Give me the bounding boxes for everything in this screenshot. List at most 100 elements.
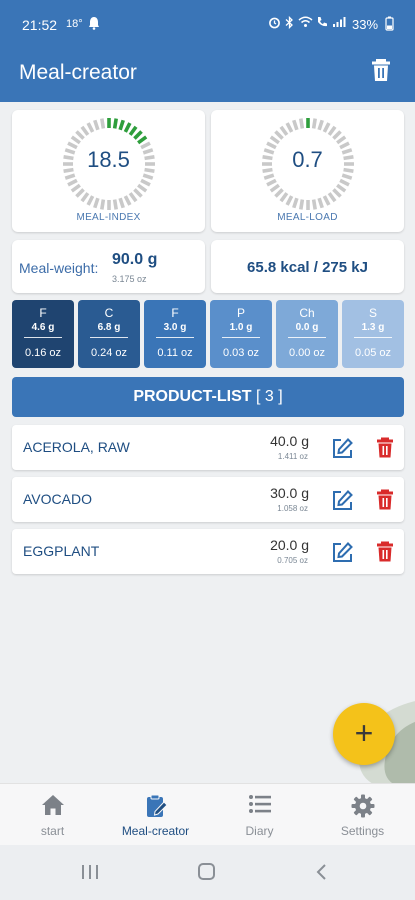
gauge-segment [322, 195, 330, 206]
page-title: Meal-creator [19, 61, 137, 84]
nav-item-start[interactable]: start [1, 784, 104, 846]
list-item[interactable]: AVOCADO 30.0 g 1.058 oz [12, 477, 404, 522]
gauge-segment [139, 178, 151, 187]
signal-icon [332, 16, 346, 31]
gauge-segment [311, 118, 317, 129]
product-name: AVOCADO [23, 491, 92, 507]
gauge-segment [86, 195, 94, 206]
energy-value: 65.8 kcal / 275 kJ [247, 259, 368, 276]
nutrient-tile-protein: P 1.0 g 0.03 oz [210, 300, 272, 368]
nutrient-oz: 0.16 oz [24, 347, 62, 359]
product-list-title: PRODUCT-LIST [133, 388, 252, 405]
gauge-segment [322, 122, 330, 133]
nav-label: start [40, 824, 65, 838]
gauge-segment [285, 122, 293, 133]
delete-icon[interactable] [376, 437, 394, 458]
gauge-segment [136, 135, 147, 145]
nutrient-letter: S [368, 306, 377, 320]
nav-item-meal-creator[interactable]: Meal-creator [104, 784, 207, 846]
nutrient-grams: 3.0 g [163, 322, 187, 333]
gauge-segment [74, 130, 85, 140]
status-temperature: 18° [66, 18, 83, 30]
meal-index-card: 18.5 MEAL-INDEX [12, 110, 205, 232]
nutrient-oz: 0.24 oz [90, 347, 128, 359]
meal-weight-label: Meal-weight: [19, 260, 99, 276]
gauge-segment [99, 199, 105, 210]
gauge-segment [311, 199, 317, 210]
divider [90, 337, 128, 338]
gauge-segment [338, 178, 350, 187]
add-product-button[interactable]: + [333, 703, 395, 765]
gauge-segment [128, 192, 137, 203]
nutrient-letter: Ch [299, 306, 315, 320]
nav-label: Diary [245, 824, 274, 838]
gauge-segment [132, 188, 143, 198]
product-weight-oz: 1.058 oz [277, 504, 308, 513]
gauge-segment [123, 122, 131, 133]
nav-item-diary[interactable]: Diary [208, 784, 311, 846]
gauge-segment [92, 119, 100, 131]
gauge-segment [316, 119, 324, 131]
product-name: ACEROLA, RAW [23, 439, 130, 455]
gear-icon [351, 794, 375, 823]
gauge-segment [265, 178, 277, 187]
nutrient-tile-carbs: C 6.8 g 0.24 oz [78, 300, 140, 368]
back-icon[interactable] [314, 863, 328, 886]
divider [24, 337, 62, 338]
status-bar: 21:52 18° 33% [0, 0, 415, 50]
list-item[interactable]: EGGPLANT 20.0 g 0.705 oz [12, 529, 404, 574]
nutrient-tile-fiber: F 3.0 g 0.11 oz [144, 300, 206, 368]
edit-icon[interactable] [332, 438, 353, 458]
gauge-segment [279, 192, 288, 203]
gauge-segment [117, 197, 125, 209]
home-icon [41, 794, 65, 821]
edit-icon[interactable] [332, 542, 353, 562]
nutrient-oz: 0.00 oz [288, 347, 326, 359]
divider [354, 337, 392, 338]
nutrient-grams: 0.0 g [295, 322, 319, 333]
bluetooth-icon [285, 15, 294, 32]
gauge-segment [331, 130, 342, 140]
gauge-segment [128, 125, 137, 136]
home-button-icon[interactable] [197, 863, 217, 886]
list-item[interactable]: ACEROLA, RAW 40.0 g 1.411 oz [12, 425, 404, 470]
product-weight-oz: 0.705 oz [277, 556, 308, 565]
product-name: EGGPLANT [23, 543, 100, 559]
gauge-segment [74, 188, 85, 198]
nutrient-oz: 0.03 oz [222, 347, 260, 359]
gauge-segment [327, 125, 336, 136]
nutrient-letter: P [236, 306, 245, 320]
gauge-segment [66, 178, 78, 187]
gauge-segment [331, 188, 342, 198]
notification-icon [88, 16, 100, 33]
divider [156, 337, 194, 338]
gauge-segment [279, 125, 288, 136]
product-weight-oz: 1.411 oz [277, 452, 308, 461]
product-list-count: [ 3 ] [255, 388, 283, 405]
nutrient-tile-fat: F 4.6 g 0.16 oz [12, 300, 74, 368]
list-icon [248, 794, 272, 819]
recent-apps-icon[interactable] [80, 863, 100, 886]
nutrient-oz: 0.11 oz [157, 347, 193, 359]
nutrient-grams: 4.6 g [31, 322, 55, 333]
alarm-icon [268, 16, 281, 32]
product-list-header[interactable]: PRODUCT-LIST [ 3 ] [12, 377, 404, 417]
bottom-navigation: start Meal-creator Diary Settings [0, 783, 415, 845]
delete-icon[interactable] [376, 541, 394, 562]
app-header: 21:52 18° 33% Meal-creator [0, 0, 415, 102]
delete-all-icon[interactable] [370, 58, 394, 84]
edit-icon[interactable] [332, 490, 353, 510]
nav-item-settings[interactable]: Settings [311, 784, 414, 846]
gauge-segment [327, 192, 336, 203]
gauge-segment [291, 197, 299, 209]
gauge-segment [64, 173, 75, 180]
meal-index-label: MEAL-INDEX [76, 212, 141, 223]
energy-card: 65.8 kcal / 275 kJ [211, 240, 404, 293]
nutrient-grams: 6.8 g [97, 322, 121, 333]
delete-icon[interactable] [376, 489, 394, 510]
nav-label: Settings [340, 824, 385, 838]
gauge-segment [341, 173, 352, 180]
meal-load-label: MEAL-LOAD [277, 212, 338, 223]
gauge-segment [112, 199, 118, 210]
nutrient-letter: F [39, 306, 47, 320]
